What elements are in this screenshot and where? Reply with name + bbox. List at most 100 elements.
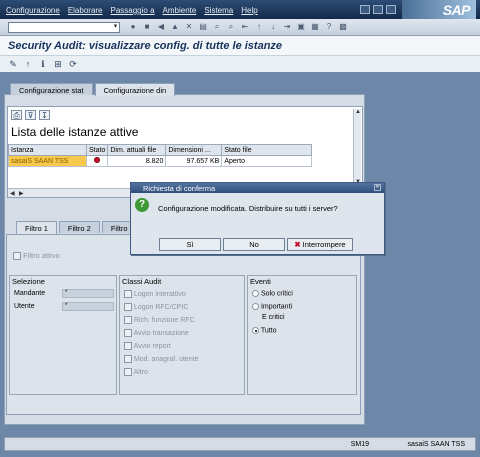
dialog-close-icon[interactable]: ✕	[374, 184, 381, 191]
menu-sistema[interactable]: Sistema	[204, 6, 233, 15]
importanti-radio[interactable]	[252, 303, 259, 310]
menu-ambiente[interactable]: Ambiente	[163, 6, 197, 15]
menu-configurazione[interactable]: Configurazione	[6, 6, 60, 15]
question-icon: ?	[135, 198, 149, 212]
logon-rfc-checkbox[interactable]	[124, 303, 132, 311]
first-page-icon[interactable]: ⇤	[240, 22, 250, 32]
col-dimensioni[interactable]: Dimensioni ...	[165, 144, 223, 156]
menu-passaggio-a[interactable]: Passaggio a	[111, 6, 155, 15]
top-tabs: Configurazione stat Configurazione din	[10, 83, 176, 96]
sap-logo: SAP	[402, 0, 476, 19]
change-display-icon[interactable]: ✎	[8, 59, 18, 69]
print-icon[interactable]: ▤	[198, 22, 208, 32]
standard-toolbar: ▾ ● ■ ◀ ▲ ✕ ▤ ⌕ ⌕ ⇤ ↑ ↓ ⇥ ▣ ▦ ? ▩	[0, 19, 480, 36]
solo-critici-radio[interactable]	[252, 290, 259, 297]
col-stato-file[interactable]: Stato file	[221, 144, 312, 156]
menu-elaborare[interactable]: Elaborare	[68, 6, 103, 15]
scroll-left-icon[interactable]: ◀	[10, 190, 15, 197]
command-field[interactable]	[8, 22, 120, 33]
tab-filtro-1[interactable]: Filtro 1	[16, 221, 57, 234]
cancel-x-icon: ✖	[294, 240, 301, 249]
filter-active-label: Filtro attivo	[23, 251, 60, 260]
yes-button[interactable]: Sì	[159, 238, 221, 251]
enter-icon[interactable]: ●	[128, 22, 138, 32]
eventi-option-label: Tutto	[260, 327, 277, 335]
last-page-icon[interactable]: ⇥	[282, 22, 292, 32]
back-icon[interactable]: ◀	[156, 22, 166, 32]
filter-tabs: Filtro 1 Filtro 2 Filtro 3	[16, 221, 143, 234]
classi-item-label: Altro	[133, 368, 148, 376]
classi-audit-title: Classi Audit	[122, 277, 162, 286]
mandante-label: Mandante	[14, 290, 46, 297]
classi-item: Avvio transazione	[124, 329, 189, 337]
classi-item-label: Avvio transazione	[133, 329, 189, 337]
classi-item: Logon RFC/CPIC	[124, 303, 188, 311]
eventi-group: Eventi Solo critici Importanti E critici…	[247, 275, 357, 395]
avvio-transazione-checkbox[interactable]	[124, 329, 132, 337]
dialog-message: Configurazione modificata. Distribuire s…	[158, 204, 338, 213]
filter-frame: Filtro attivo Selezione Mandante * Utent…	[6, 234, 361, 415]
layout-icon[interactable]: ▩	[338, 22, 348, 32]
logon-interattivo-checkbox[interactable]	[124, 290, 132, 298]
help-icon[interactable]: ?	[324, 22, 334, 32]
utente-label: Utente	[14, 303, 35, 310]
eventi-option-label: E critici	[262, 314, 285, 321]
eventi-option: Tutto	[252, 327, 277, 334]
grid-icon[interactable]: ⊞	[53, 59, 63, 69]
cell-dim-attuali: 8.820	[107, 155, 167, 167]
print-list-icon[interactable]: ⎙	[11, 110, 22, 120]
tab-configurazione-stat[interactable]: Configurazione stat	[10, 83, 93, 95]
filter-active-checkbox[interactable]	[13, 252, 21, 261]
next-page-icon[interactable]: ↓	[268, 22, 278, 32]
selezione-title: Selezione	[12, 277, 45, 286]
rich-funzione-rfc-checkbox[interactable]	[124, 316, 132, 324]
eventi-option-label: Solo critici	[260, 290, 293, 298]
table-row[interactable]: sasaiS SAAN TSS 8.820 97.657 KB Aperto	[8, 155, 312, 167]
command-dropdown-icon[interactable]: ▾	[112, 23, 119, 31]
tab-filtro-2[interactable]: Filtro 2	[58, 221, 100, 233]
col-stato[interactable]: Stato	[85, 144, 109, 156]
classi-item: Avvio report	[124, 342, 171, 350]
classi-audit-group: Classi Audit Logon interattivo Logon RFC…	[119, 275, 245, 395]
info-icon[interactable]: ℹ	[38, 59, 48, 69]
scroll-right-icon[interactable]: ▶	[19, 190, 24, 197]
scroll-up-icon[interactable]: ▲	[355, 109, 361, 115]
classi-item-label: Rich. funzione RFC	[133, 316, 195, 324]
tutto-radio[interactable]	[252, 327, 259, 334]
minimize-button[interactable]	[360, 5, 370, 14]
upload-icon[interactable]: ↑	[23, 59, 33, 69]
cell-stato	[85, 155, 109, 167]
export-icon[interactable]: ↧	[39, 110, 50, 120]
save-icon[interactable]: ■	[142, 22, 152, 32]
new-session-icon[interactable]: ▣	[296, 22, 306, 32]
transaction-code: SM19	[350, 441, 369, 448]
refresh-icon[interactable]: ⟳	[68, 59, 78, 69]
vertical-scrollbar[interactable]: ▲ ▼	[353, 109, 361, 185]
status-bar: SM19 sasaiS SAAN TSS	[4, 437, 476, 451]
maximize-button[interactable]	[373, 5, 383, 14]
close-window-button[interactable]	[386, 5, 396, 14]
previous-page-icon[interactable]: ↑	[254, 22, 264, 32]
avvio-report-checkbox[interactable]	[124, 342, 132, 350]
list-title: Lista delle istanze attive	[11, 125, 139, 139]
cell-stato-file: Aperto	[221, 155, 312, 167]
cancel-button[interactable]: ✖ Interrompere	[287, 238, 353, 251]
cancel-icon[interactable]: ✕	[184, 22, 194, 32]
exit-icon[interactable]: ▲	[170, 22, 180, 32]
col-istanza[interactable]: Istanza	[8, 144, 87, 156]
tab-configurazione-din[interactable]: Configurazione din	[94, 83, 176, 96]
cell-istanza[interactable]: sasaiS SAAN TSS	[8, 155, 87, 167]
col-dim-attuali[interactable]: Dim. attuali file	[107, 144, 167, 156]
classi-item-label: Logon interattivo	[133, 290, 186, 298]
menu-bar: Configurazione Elaborare Passaggio a Amb…	[0, 0, 480, 19]
find-next-icon[interactable]: ⌕	[226, 22, 236, 32]
utente-field[interactable]: *	[62, 302, 114, 311]
find-icon[interactable]: ⌕	[212, 22, 222, 32]
mod-anagraf-utente-checkbox[interactable]	[124, 355, 132, 363]
menu-help[interactable]: Help	[241, 6, 257, 15]
shortcut-icon[interactable]: ▦	[310, 22, 320, 32]
no-button[interactable]: No	[223, 238, 285, 251]
altro-checkbox[interactable]	[124, 368, 132, 376]
filter-icon[interactable]: ⊽	[25, 110, 36, 120]
mandante-field[interactable]: *	[62, 289, 114, 298]
